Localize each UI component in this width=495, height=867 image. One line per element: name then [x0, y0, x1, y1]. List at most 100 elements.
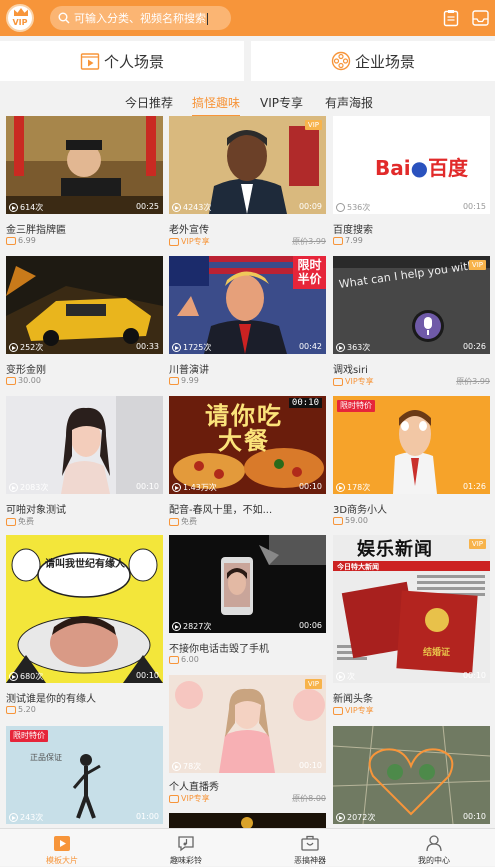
video-thumbnail: What can I help you with? VIP 363次 00:26 [333, 256, 490, 354]
video-card[interactable]: 2083次 00:10 可啪对象测试 免费 [6, 396, 163, 528]
play-icon [172, 483, 181, 492]
nav-prank-tools[interactable]: 恶搞神器 [248, 829, 372, 867]
nav-templates-label: 模板大片 [46, 856, 78, 865]
coin-icon [333, 706, 343, 715]
tab-funny[interactable]: 搞怪趣味 [192, 94, 241, 117]
vip-avatar[interactable]: VIP [6, 4, 34, 32]
video-card[interactable] [169, 813, 326, 828]
play-icon [336, 483, 345, 492]
tab-vip[interactable]: VIP专享 [260, 94, 303, 111]
view-count: 次 [336, 671, 355, 682]
video-card[interactable]: What can I help you with? VIP 363次 00:26… [333, 256, 490, 388]
coin-icon [6, 236, 16, 245]
search-input[interactable]: 可输入分类、视频名称搜索 [50, 6, 231, 30]
video-card[interactable]: 限时半价 1725次 00:42 川普演讲 9.99 [169, 256, 326, 388]
view-count: 252次 [9, 342, 43, 353]
personal-scene-button[interactable]: 个人场景 [0, 41, 244, 81]
inbox-icon[interactable] [472, 10, 489, 26]
price: VIP专享 [333, 705, 374, 716]
scene-caption: 正品保证 [30, 753, 62, 762]
video-thumbnail: 限时特价 178次 01:26 [333, 396, 490, 494]
video-card[interactable]: VIP 4243次 00:09 老外宣传 VIP专享 原价3.99 [169, 116, 326, 248]
duration: 00:10 [462, 812, 486, 821]
video-card[interactable]: 请叫我世纪有缘人 680次 00:10 测试谁是你的有缘人 5.20 [6, 535, 163, 717]
video-card[interactable]: 2072次 00:10 [333, 726, 490, 826]
sale-tag: 限时特价 [337, 400, 375, 412]
video-thumbnail: 2083次 00:10 [6, 396, 163, 494]
play-icon [336, 813, 345, 822]
price: VIP专享 [169, 793, 210, 804]
video-card[interactable]: 娱乐新闻 今日特大新闻 结婚证 VIP 次 00:10 新闻头条 VIP专享 [333, 535, 490, 717]
view-count: 614次 [9, 202, 43, 213]
coin-icon [169, 794, 179, 803]
nav-templates[interactable]: 模板大片 [0, 829, 124, 867]
price: 免费 [6, 516, 34, 527]
nav-profile[interactable]: 我的中心 [372, 829, 495, 867]
duration: 00:42 [298, 342, 322, 351]
tab-today[interactable]: 今日推荐 [125, 94, 173, 111]
duration: 00:06 [298, 621, 322, 630]
video-title: 配音-春风十里，不如... [169, 505, 273, 516]
nav-prank-tools-label: 恶搞神器 [294, 856, 326, 865]
vip-tag: VIP [304, 120, 322, 130]
view-count: 1.43万次 [172, 482, 217, 493]
coin-icon [333, 516, 343, 525]
play-icon [336, 343, 345, 352]
video-play-icon [80, 53, 100, 70]
video-title: 不接你电话击毁了手机 [169, 644, 269, 655]
play-icon [172, 622, 181, 631]
video-card[interactable]: 2827次 00:06 不接你电话击毁了手机 6.00 [169, 535, 326, 667]
view-count: 78次 [172, 761, 201, 772]
vip-tag: VIP [468, 539, 486, 549]
video-card[interactable]: VIP 78次 00:10 个人直播秀 VIP专享 原价8.00 [169, 675, 326, 807]
video-card[interactable]: 请你吃大餐 00:10 1.43万次 00:10 配音-春风十里，不如... 免… [169, 396, 326, 528]
video-title: 可啪对象测试 [6, 505, 66, 516]
enterprise-scene-button[interactable]: 企业场景 [251, 41, 495, 81]
coin-icon [6, 376, 16, 385]
coin-icon [6, 705, 16, 714]
video-title: 调戏siri [333, 365, 368, 376]
video-card[interactable]: 限时特价 正品保证 243次 01:00 [6, 726, 163, 826]
clipboard-icon[interactable] [443, 9, 459, 27]
video-card[interactable]: Bai●百度 536次 00:15 百度搜索 7.99 [333, 116, 490, 248]
certificate-text: 结婚证 [423, 648, 451, 658]
bottom-navigation: 模板大片 趣味彩铃 恶搞神器 我的中心 [0, 828, 495, 866]
vip-tag: VIP [468, 260, 486, 270]
duration: 00:26 [462, 342, 486, 351]
duration: 00:33 [135, 342, 159, 351]
view-count: 2083次 [9, 482, 48, 493]
play-icon [172, 203, 181, 212]
play-icon [9, 203, 18, 212]
top-bar: VIP 可输入分类、视频名称搜索 [0, 0, 495, 36]
price: 免费 [169, 516, 197, 527]
view-count: 680次 [9, 671, 43, 682]
video-thumbnail [169, 813, 326, 828]
video-thumbnail: 限时半价 1725次 00:42 [169, 256, 326, 354]
video-title: 川普演讲 [169, 365, 209, 376]
film-reel-icon [331, 51, 351, 71]
view-count: 536次 [336, 202, 370, 213]
video-thumbnail: VIP 4243次 00:09 [169, 116, 326, 214]
coin-icon [6, 517, 16, 526]
scene-switch: 个人场景 企业场景 [0, 41, 495, 81]
view-count: 4243次 [172, 202, 211, 213]
price: 30.00 [6, 376, 41, 385]
meme-caption: 请叫我世纪有缘人 [45, 559, 125, 570]
play-icon [172, 762, 181, 771]
video-card[interactable]: 限时特价 178次 01:26 3D商务小人 59.00 [333, 396, 490, 528]
price: VIP专享 [169, 236, 210, 247]
video-card[interactable]: 252次 00:33 变形金刚 30.00 [6, 256, 163, 388]
vip-badge: VIP [12, 18, 28, 27]
price: 6.99 [6, 236, 36, 245]
coin-icon [333, 236, 343, 245]
price: 7.99 [333, 236, 363, 245]
vip-tag: VIP [304, 679, 322, 689]
tab-audio-poster[interactable]: 有声海报 [325, 94, 373, 111]
video-card[interactable]: 614次 00:25 金三胖指牌匾 6.99 [6, 116, 163, 248]
duration: 01:26 [462, 482, 486, 491]
play-icon [9, 343, 18, 352]
nav-ringtones[interactable]: 趣味彩铃 [124, 829, 248, 867]
video-title: 老外宣传 [169, 225, 209, 236]
price: 9.99 [169, 376, 199, 385]
original-price: 原价3.99 [292, 237, 326, 246]
